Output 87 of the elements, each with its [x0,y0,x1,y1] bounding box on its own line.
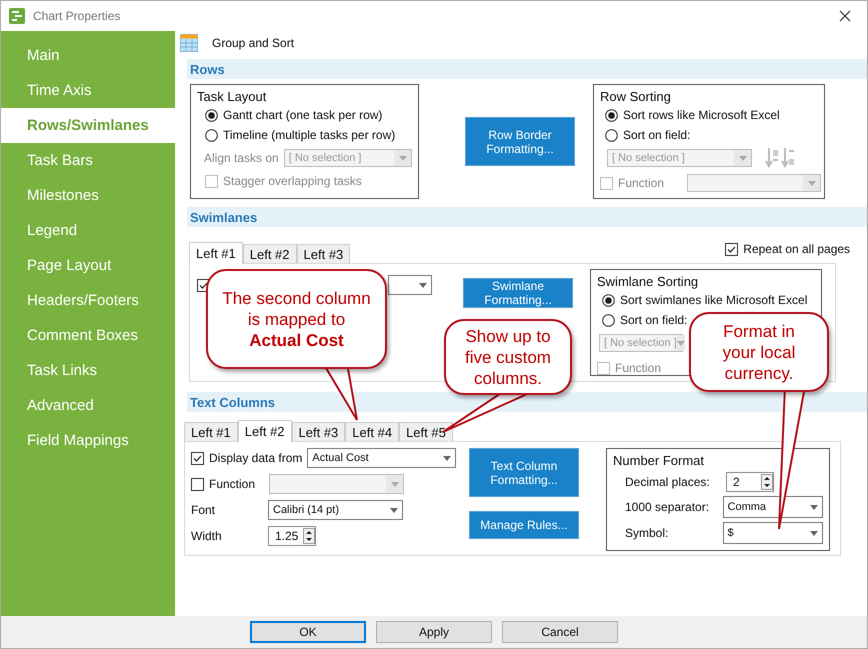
group-title: Task Layout [197,89,268,104]
option-label: Sort on field: [623,128,690,142]
group-title: Row Sorting [600,89,672,104]
callout: Show up to five custom columns. [444,319,572,395]
sidebar-item[interactable]: Page Layout [1,248,175,283]
sidebar-item[interactable]: Time Axis [1,73,175,108]
decimal-spinner[interactable]: 2 [726,472,774,492]
text-column-formatting-button[interactable]: Text Column Formatting... [469,448,579,497]
caret-icon [418,282,426,288]
tab[interactable]: Left #2 [242,244,297,263]
checkbox-label: Display data from [209,451,302,465]
caret-icon [390,508,398,512]
font-dropdown[interactable]: Calibri (14 pt) [268,500,403,520]
sidebar-item[interactable]: Task Bars [1,143,175,178]
dialog-button[interactable]: OK [250,621,366,643]
caret-icon [390,482,398,486]
field-dropdown[interactable] [388,275,432,295]
swimlane-formatting-button[interactable]: Swimlane Formatting... [463,278,573,308]
sidebar-item[interactable]: Comment Boxes [1,318,175,353]
group-title: Number Format [613,453,706,468]
radio-button[interactable] [605,128,618,142]
width-spinner[interactable]: 1.25 [268,526,316,546]
tab[interactable]: Left #1 [189,242,243,264]
manage-rules-button[interactable]: Manage Rules... [469,511,579,539]
option-label: Sort rows like Microsoft Excel [623,108,780,122]
radio-button[interactable] [205,128,218,142]
function-label: Function [618,176,664,190]
dialog-button[interactable]: Cancel [502,621,618,643]
caret-icon [676,340,685,346]
tab[interactable]: Left #3 [292,422,346,441]
tab[interactable]: Left #1 [184,422,238,441]
sidebar-item[interactable]: Rows/Swimlanes [1,108,175,143]
radio-button[interactable] [602,294,615,306]
spin-icon [761,474,773,490]
symbol-dropdown[interactable]: $ [722,522,823,544]
sidebar-item[interactable]: Milestones [1,178,175,213]
sidebar-item[interactable]: Task Links [1,353,175,388]
field-label: Align tasks on [204,151,279,165]
option-label: Sort on field: [620,313,688,327]
separator-dropdown[interactable]: Comma [722,496,823,518]
sidebar-item[interactable]: Legend [1,213,175,248]
dialog-button[interactable]: Apply [376,621,492,643]
caret-icon [398,156,406,160]
close-icon[interactable] [839,10,851,22]
tab[interactable]: Left #5 [399,422,453,441]
tab[interactable]: Left #2 [238,420,292,442]
checkbox-label: Function [209,477,256,491]
field-label: Font [191,503,216,517]
field-label: Width [191,529,223,543]
caret-icon [808,180,816,186]
sidebar-item[interactable]: Main [1,38,175,73]
radio-button[interactable] [605,108,618,122]
caret-icon [738,156,746,160]
sidebar-item[interactable]: Advanced [1,388,175,423]
radio-button[interactable] [205,108,218,122]
caret-icon [442,456,451,460]
field-dropdown[interactable]: Actual Cost [307,448,456,468]
checkbox-label: Stagger overlapping tasks [223,174,362,188]
field-label: 1000 separator: [625,500,710,514]
tab[interactable]: Left #3 [296,244,350,263]
option-label: Timeline (multiple tasks per row) [223,128,396,142]
caret-icon [810,504,818,510]
section-title: Text Columns [190,394,275,410]
spin-icon [303,528,315,544]
tab[interactable]: Left #4 [345,422,400,441]
app-icon [9,8,25,24]
checkbox-label: Repeat on all pages [743,242,850,256]
radio-button[interactable] [602,314,615,326]
table-icon [180,34,198,52]
sidebar-item[interactable]: Field Mappings [1,423,175,458]
row-border-button[interactable]: Row Border Formatting... [465,117,575,166]
field-label: Decimal places: [625,475,711,489]
sidebar-item[interactable]: Headers/Footers [1,283,175,318]
option-label: Sort swimlanes like Microsoft Excel [620,293,808,307]
window-title: Chart Properties [33,9,122,23]
section-title: Rows [190,62,225,76]
callout: The second column is mapped to Actual Cost [206,269,387,369]
group-title: Swimlane Sorting [597,274,700,289]
field-label: Symbol: [625,526,670,540]
callout: Format in your local currency. [689,312,829,392]
section-title: Swimlanes [190,210,258,224]
option-label: Gantt chart (one task per row) [223,108,382,122]
page-title: Group and Sort [212,36,294,50]
checkbox[interactable] [191,452,204,464]
function-label: Function [615,361,662,375]
checkbox[interactable] [725,242,738,256]
caret-icon [810,530,818,536]
